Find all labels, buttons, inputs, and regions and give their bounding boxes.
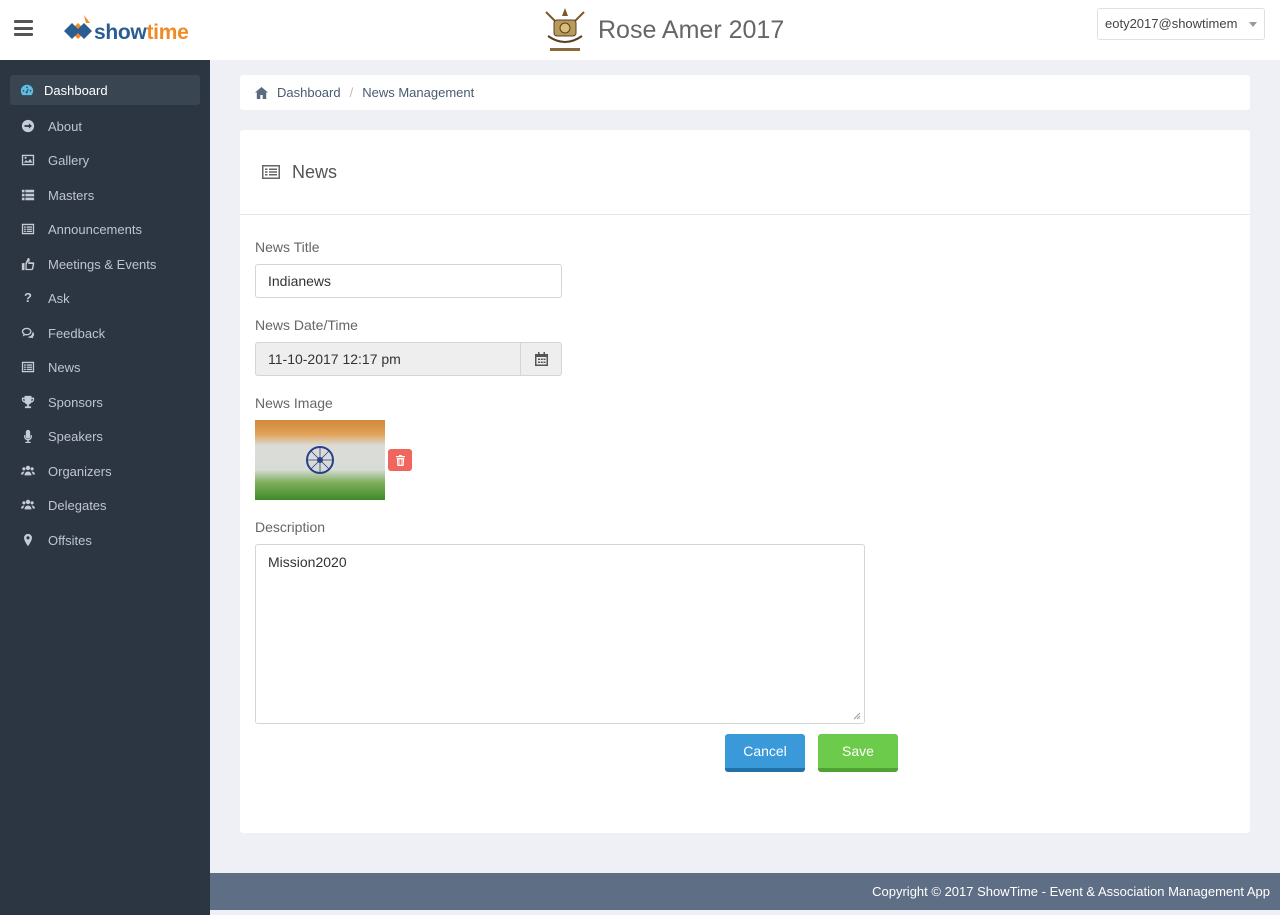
list-alt-icon	[20, 359, 36, 375]
description-label: Description	[255, 519, 326, 535]
news-image-label: News Image	[255, 395, 333, 411]
sidebar-item-label: Delegates	[48, 497, 107, 513]
showtime-logo-icon	[64, 15, 92, 39]
users-icon	[20, 463, 36, 479]
user-email: eoty2017@showtimem	[1105, 16, 1238, 31]
sidebar-item-feedback[interactable]: Feedback	[10, 318, 200, 348]
dashboard-icon	[19, 82, 35, 98]
news-image-thumbnail	[255, 420, 385, 500]
microphone-icon	[20, 428, 36, 444]
sidebar-item-organizers[interactable]: Organizers	[10, 456, 200, 486]
map-marker-icon	[20, 532, 36, 548]
panel-title: News	[292, 161, 338, 182]
delete-image-button[interactable]	[388, 449, 412, 471]
home-icon	[255, 86, 268, 99]
sidebar-item-label: Announcements	[48, 221, 142, 237]
logo-text: showtime	[94, 21, 189, 44]
sidebar-item-sponsors[interactable]: Sponsors	[10, 387, 200, 417]
top-header: showtime Rose Amer 2017 eoty2017@showtim…	[0, 0, 1280, 60]
description-textarea[interactable]: Mission2020	[255, 544, 865, 724]
sidebar-item-speakers[interactable]: Speakers	[10, 421, 200, 451]
save-button[interactable]: Save	[818, 734, 898, 772]
list-alt-icon	[20, 221, 36, 237]
news-title-label: News Title	[255, 239, 320, 255]
sidebar-item-news[interactable]: News	[10, 352, 200, 382]
sidebar-item-delegates[interactable]: Delegates	[10, 490, 200, 520]
list-alt-icon	[262, 165, 280, 179]
sidebar-item-label: Speakers	[48, 428, 103, 444]
user-account-dropdown[interactable]: eoty2017@showtimem	[1097, 8, 1265, 40]
comments-icon	[20, 325, 36, 341]
picture-icon	[20, 152, 36, 168]
news-form-panel: News News Title Indianews News Date/Time…	[240, 130, 1250, 833]
footer: Copyright © 2017 ShowTime - Event & Asso…	[210, 873, 1280, 910]
sidebar-item-label: News	[48, 359, 81, 375]
resize-grip-icon[interactable]	[853, 712, 861, 720]
sidebar-item-label: Ask	[48, 290, 70, 306]
sidebar-item-meetings-events[interactable]: Meetings & Events	[10, 249, 200, 279]
arrow-circle-right-icon	[20, 118, 36, 134]
sidebar-item-label: Dashboard	[44, 82, 108, 98]
showtime-logo[interactable]: showtime	[64, 11, 189, 51]
sidebar-item-offsites[interactable]: Offsites	[10, 525, 200, 555]
sidebar: Dashboard About Gallery Masters Announce…	[0, 60, 210, 915]
panel-header: News	[240, 130, 1250, 215]
footer-copyright: Copyright © 2017 ShowTime - Event & Asso…	[872, 884, 1270, 899]
calendar-button[interactable]	[520, 342, 562, 376]
news-title-input[interactable]: Indianews	[255, 264, 562, 298]
breadcrumb-separator: /	[349, 85, 354, 100]
calendar-icon	[534, 352, 548, 366]
question-icon: ?	[24, 290, 32, 305]
sidebar-item-dashboard[interactable]: Dashboard	[10, 75, 200, 105]
breadcrumb-current: News Management	[362, 85, 475, 100]
cancel-button[interactable]: Cancel	[725, 734, 805, 772]
users-icon	[20, 497, 36, 513]
caret-down-icon	[1249, 22, 1257, 27]
sidebar-item-gallery[interactable]: Gallery	[10, 145, 200, 175]
trophy-icon	[20, 394, 36, 410]
menu-toggle-icon[interactable]	[14, 20, 33, 36]
news-date-input[interactable]: 11-10-2017 12:17 pm	[255, 342, 521, 376]
sidebar-item-label: Sponsors	[48, 394, 103, 410]
event-emblem-icon	[545, 8, 585, 51]
event-title: Rose Amer 2017	[598, 15, 785, 44]
event-title-block: Rose Amer 2017	[540, 3, 784, 57]
sidebar-item-announcements[interactable]: Announcements	[10, 214, 200, 244]
sidebar-item-label: Organizers	[48, 463, 112, 479]
news-date-label: News Date/Time	[255, 317, 358, 333]
sidebar-item-about[interactable]: About	[10, 111, 200, 141]
sidebar-item-ask[interactable]: ? Ask	[10, 283, 200, 313]
sidebar-item-label: About	[48, 118, 82, 134]
description-text: Mission2020	[268, 554, 347, 570]
sidebar-item-label: Offsites	[48, 532, 92, 548]
sidebar-item-label: Gallery	[48, 152, 90, 168]
sidebar-item-label: Meetings & Events	[48, 256, 157, 272]
news-date-group: 11-10-2017 12:17 pm	[255, 342, 562, 376]
sidebar-item-label: Masters	[48, 187, 95, 203]
sidebar-item-label: Feedback	[48, 325, 106, 341]
breadcrumb-dashboard-link[interactable]: Dashboard	[277, 85, 341, 100]
list-icon	[20, 187, 36, 203]
thumbs-up-icon	[20, 256, 36, 272]
breadcrumb: Dashboard / News Management	[240, 75, 1250, 110]
sidebar-item-masters[interactable]: Masters	[10, 180, 200, 210]
trash-icon	[395, 454, 405, 466]
